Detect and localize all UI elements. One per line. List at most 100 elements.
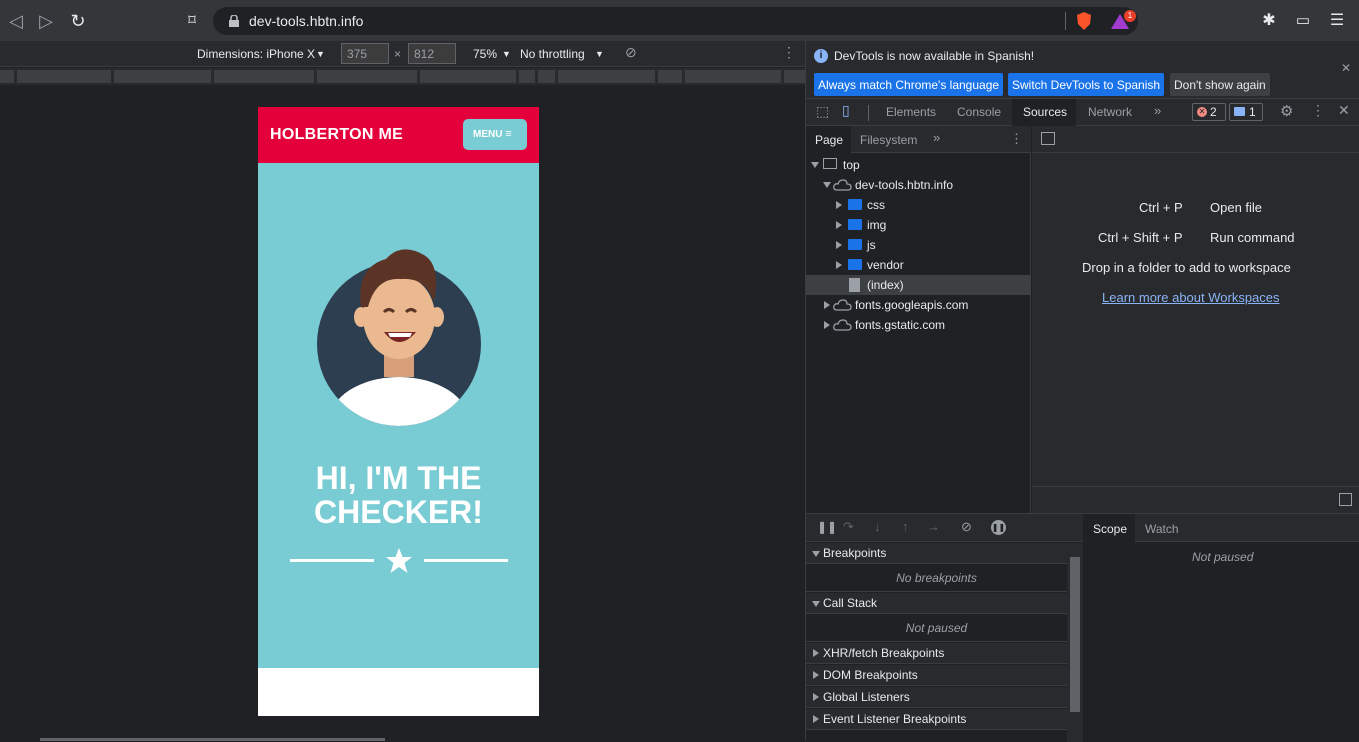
tree-label: dev-tools.hbtn.info (855, 178, 954, 192)
tree-item-top[interactable]: top (806, 155, 1031, 175)
editor-pane: Ctrl + P Open file Ctrl + Shift + P Run … (1032, 126, 1359, 513)
match-language-button[interactable]: Always match Chrome's language (814, 73, 1004, 96)
breakpoints-header[interactable]: Breakpoints (806, 543, 1067, 564)
navigator-tabs: Page Filesystem » ⋮ (806, 126, 1031, 153)
pause-on-exceptions-icon[interactable]: ❚❚ (991, 520, 1006, 535)
more-tabs-icon[interactable]: » (1154, 103, 1161, 118)
tree-item-vendor[interactable]: vendor (806, 255, 1031, 275)
tab-network[interactable]: Network (1088, 105, 1132, 119)
settings-gear-icon[interactable]: ⚙ (1280, 102, 1293, 120)
event-listener-breakpoints-header[interactable]: Event Listener Breakpoints (806, 709, 1067, 730)
tree-item-googleapis[interactable]: fonts.googleapis.com (806, 295, 1031, 315)
lock-icon (229, 15, 239, 27)
global-listeners-header[interactable]: Global Listeners (806, 687, 1067, 708)
close-icon[interactable]: ✕ (1341, 61, 1351, 75)
navigator-pane: Page Filesystem » ⋮ top dev-tools.hbtn.i… (806, 126, 1031, 513)
tab-elements[interactable]: Elements (886, 105, 936, 119)
section-label: Event Listener Breakpoints (823, 712, 967, 726)
tree-item-domain[interactable]: dev-tools.hbtn.info (806, 175, 1031, 195)
hero-section: HI, I'M THE CHECKER! (258, 163, 539, 668)
section-label: XHR/fetch Breakpoints (823, 646, 945, 660)
device-toolbar: Dimensions: iPhone X ▼ 375 × 812 75% ▼ N… (0, 41, 805, 67)
times-sign: × (394, 47, 402, 61)
forward-icon[interactable]: ▷ (34, 9, 58, 33)
editor-toolbar (1032, 126, 1359, 153)
wallet-icon[interactable]: ▭ (1291, 9, 1315, 33)
tree-item-js[interactable]: js (806, 235, 1031, 255)
tree-label: fonts.googleapis.com (855, 298, 969, 312)
cloud-icon (833, 179, 852, 191)
tree-item-css[interactable]: css (806, 195, 1031, 215)
chevron-down-icon: ▼ (502, 49, 511, 59)
error-icon: ✕ (1197, 107, 1207, 117)
file-icon (849, 278, 860, 292)
avatar-illustration (317, 249, 481, 426)
menu-label: MENU (473, 129, 503, 140)
customize-icon[interactable]: ⋮ (1311, 102, 1325, 119)
scope-tabs: Scope Watch (1083, 514, 1359, 542)
device-toggle-icon[interactable]: ▯ (842, 102, 850, 119)
devtools-panel: i DevTools is now available in Spanish! … (805, 41, 1359, 742)
reload-icon[interactable]: ↻ (66, 9, 90, 33)
menu-icon[interactable]: ☰ (1325, 9, 1349, 33)
debugger-pane: ❚❚ ↷ ↓ ↑ → ⊘ ❚❚ Scope Watch Not paused B… (806, 513, 1359, 742)
tree-item-gstatic[interactable]: fonts.gstatic.com (806, 315, 1031, 335)
language-infobar: i DevTools is now available in Spanish! … (806, 41, 1359, 98)
step-icon[interactable]: → (927, 519, 940, 534)
site-logo[interactable]: HOLBERTON ME (270, 126, 403, 144)
tree-label: (index) (867, 278, 904, 292)
rotate-icon[interactable]: ⊘ (625, 44, 637, 61)
switch-language-button[interactable]: Switch DevTools to Spanish (1008, 73, 1165, 96)
call-stack-status: Not paused (806, 614, 1067, 642)
error-counter[interactable]: ✕ 2 (1192, 103, 1226, 121)
height-input[interactable]: 812 (408, 43, 456, 64)
open-file-shortcut: Ctrl + P (1139, 200, 1183, 215)
section-label: Breakpoints (823, 546, 887, 560)
error-count: 2 (1210, 105, 1217, 119)
back-icon[interactable]: ◁ (4, 9, 28, 33)
tab-scope[interactable]: Scope (1093, 522, 1127, 536)
bookmark-icon[interactable]: ⌑ (180, 9, 204, 33)
step-out-icon[interactable]: ↑ (902, 519, 909, 534)
pause-icon[interactable]: ❚❚ (817, 520, 837, 534)
address-bar[interactable]: dev-tools.hbtn.info 1 (213, 7, 1138, 35)
run-command-shortcut: Ctrl + Shift + P (1098, 230, 1183, 245)
more-tabs-icon[interactable]: » (933, 130, 940, 145)
tab-page[interactable]: Page (815, 133, 843, 147)
toggle-navigator-icon[interactable] (1041, 132, 1055, 145)
extensions-icon[interactable]: ✱ (1257, 9, 1281, 33)
folder-icon (848, 219, 862, 230)
zoom-select[interactable]: 75% (473, 47, 497, 61)
inspect-icon[interactable]: ⬚ (816, 103, 829, 120)
tree-item-index[interactable]: (index) (806, 275, 1031, 295)
dom-breakpoints-header[interactable]: DOM Breakpoints (806, 665, 1067, 686)
tree-label: img (867, 218, 887, 232)
vertical-scrollbar[interactable] (1067, 543, 1083, 742)
tab-sources[interactable]: Sources (1023, 105, 1067, 119)
menu-button[interactable]: MENU ≡ (463, 119, 527, 150)
tab-watch[interactable]: Watch (1145, 522, 1179, 536)
device-select[interactable]: Dimensions: iPhone X (197, 47, 315, 61)
cloud-icon (833, 299, 852, 311)
brave-shield-icon[interactable] (1075, 11, 1093, 31)
close-devtools-icon[interactable]: ✕ (1338, 102, 1350, 119)
learn-more-link[interactable]: Learn more about Workspaces (1102, 290, 1280, 305)
deactivate-breakpoints-icon[interactable]: ⊘ (961, 519, 972, 535)
xhr-breakpoints-header[interactable]: XHR/fetch Breakpoints (806, 643, 1067, 664)
open-file-label: Open file (1210, 200, 1263, 215)
tree-label: vendor (867, 258, 904, 272)
dont-show-again-button[interactable]: Don't show again (1170, 73, 1270, 96)
width-input[interactable]: 375 (341, 43, 389, 64)
more-options-icon[interactable]: ⋮ (782, 44, 796, 61)
tab-console[interactable]: Console (957, 105, 1001, 119)
call-stack-header[interactable]: Call Stack (806, 593, 1067, 614)
step-over-icon[interactable]: ↷ (843, 519, 854, 535)
throttling-select[interactable]: No throttling (520, 47, 585, 61)
more-options-icon[interactable]: ⋮ (1010, 131, 1023, 147)
tree-item-img[interactable]: img (806, 215, 1031, 235)
message-counter[interactable]: 1 (1229, 103, 1263, 121)
tab-filesystem[interactable]: Filesystem (860, 133, 917, 147)
step-into-icon[interactable]: ↓ (874, 519, 881, 534)
toggle-debugger-icon[interactable] (1339, 493, 1352, 506)
section-label: Global Listeners (823, 690, 910, 704)
